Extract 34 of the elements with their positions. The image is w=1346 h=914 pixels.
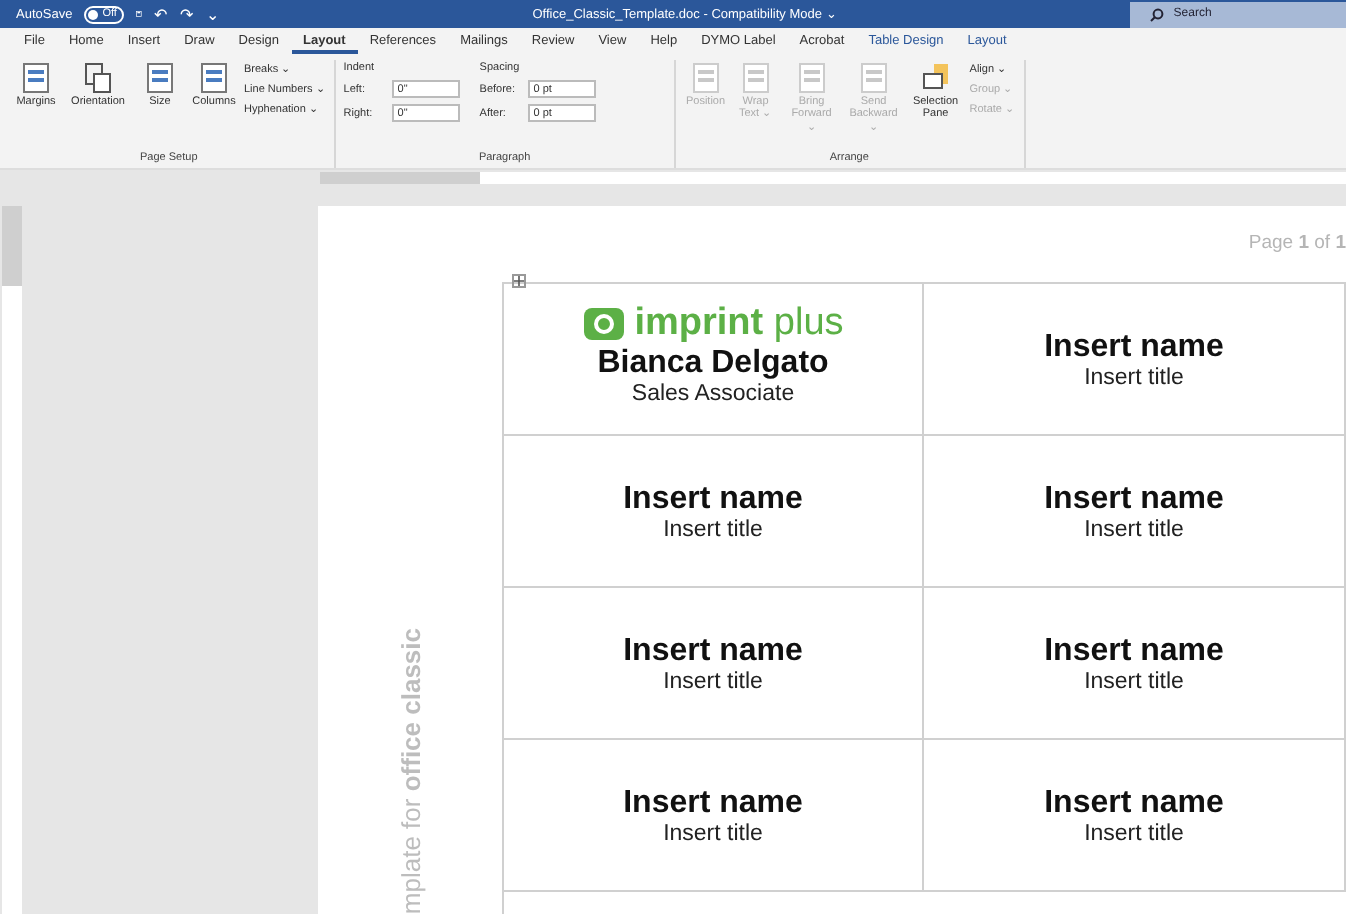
quick-access-button[interactable]: ↶ bbox=[154, 5, 169, 23]
label-name: Insert name bbox=[1044, 481, 1224, 517]
label-title: Insert title bbox=[1084, 517, 1184, 541]
selection-pane-icon bbox=[921, 62, 950, 94]
margins-icon bbox=[22, 62, 50, 94]
label-title: Insert title bbox=[1084, 365, 1184, 389]
arrange-icon bbox=[859, 62, 888, 94]
page-size-icon bbox=[146, 62, 174, 94]
logo-drawing: imprint plus bbox=[582, 301, 844, 345]
save-icon[interactable] bbox=[136, 6, 143, 22]
arrange-icon bbox=[691, 62, 720, 94]
label-name: Insert name bbox=[1044, 785, 1224, 821]
label-name: Bianca Delgato bbox=[597, 345, 829, 381]
search-icon bbox=[1149, 7, 1164, 21]
quick-access-button[interactable]: ⌄ bbox=[206, 5, 221, 23]
quick-access-button[interactable]: ↷ bbox=[180, 5, 195, 23]
orientation-icon bbox=[84, 62, 112, 94]
label-name: Insert name bbox=[623, 481, 803, 517]
label-name: Insert name bbox=[623, 633, 803, 669]
label-title: Insert title bbox=[1084, 669, 1184, 693]
label-title: Insert title bbox=[663, 517, 763, 541]
side-text: mplate for office classic bbox=[396, 627, 426, 914]
label-name: Insert name bbox=[1044, 329, 1224, 365]
label-name: Insert name bbox=[1044, 633, 1224, 669]
table-move-handle[interactable] bbox=[512, 274, 526, 288]
label-title: Insert title bbox=[663, 669, 763, 693]
label-title: Sales Associate bbox=[631, 381, 795, 405]
page-number: Page 1 of 1 bbox=[1248, 230, 1346, 254]
label-name: Insert name bbox=[623, 785, 803, 821]
columns-icon bbox=[200, 62, 228, 94]
arrange-icon bbox=[797, 62, 826, 94]
arrange-icon bbox=[741, 62, 770, 94]
label-title: Insert title bbox=[663, 821, 763, 845]
label-title: Insert title bbox=[1084, 821, 1184, 845]
